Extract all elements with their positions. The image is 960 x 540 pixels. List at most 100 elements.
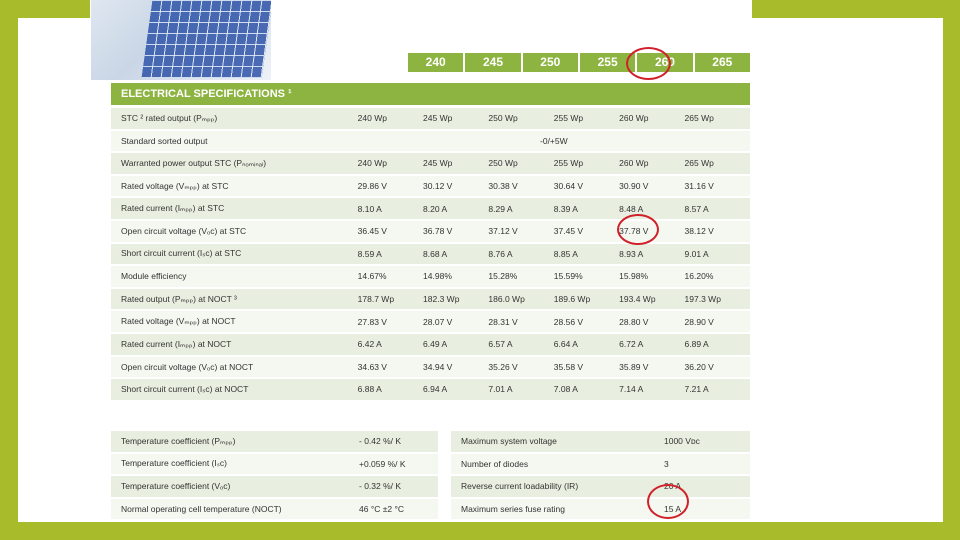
table-row: Rated voltage (Vₘₚₚ) at NOCT 27.83 V 28.…	[111, 311, 750, 332]
row-label: Rated current (Iₘₚₚ) at NOCT	[111, 333, 358, 355]
cell-value: 250 Wp	[488, 108, 554, 129]
cell-value: 37.12 V	[488, 220, 554, 242]
row-label: Number of diodes	[451, 453, 664, 474]
cell-value: 8.76 A	[488, 243, 554, 265]
row-label: Reverse current loadability (IR)	[451, 476, 664, 497]
cell-value: 6.64 A	[553, 333, 620, 355]
table-row: Normal operating cell temperature (NOCT)…	[111, 498, 438, 519]
cell-value: 6.42 A	[357, 333, 424, 355]
row-label: Open circuit voltage (Vₒc) at NOCT	[111, 356, 358, 378]
cell-value: 3	[664, 453, 750, 474]
temperature-table: Temperature coefficient (Pₘₚₚ) - 0.42 %/…	[111, 429, 438, 521]
cell-value: 6.89 A	[684, 333, 750, 355]
model-column-header: 250	[522, 53, 578, 72]
cell-value: 8.29 A	[488, 198, 554, 219]
cell-value: 182.3 Wp	[423, 288, 489, 310]
cell-value: 35.58 V	[553, 356, 620, 378]
row-label: Rated output (Pₘₚₚ) at NOCT ³	[111, 288, 358, 310]
cell-value: 8.20 A	[423, 198, 489, 219]
cell-value: 30.64 V	[553, 175, 620, 197]
table-row: Standard sorted output -0/+5W	[111, 130, 750, 152]
cell-value: 38.12 V	[684, 220, 750, 242]
table-row: Temperature coefficient (Pₘₚₚ) - 0.42 %/…	[111, 431, 438, 452]
cell-value: 8.93 A	[619, 243, 685, 265]
cell-value: 36.20 V	[684, 356, 750, 378]
cell-value: - 0.32 %/ K	[359, 476, 438, 497]
model-column-header: 245	[465, 53, 521, 72]
cell-value: 8.85 A	[553, 243, 620, 265]
cell-value: 255 Wp	[553, 153, 620, 174]
row-label: Warranted power output STC (Pₙₒₘᵢₙₐₗ)	[111, 153, 358, 174]
table-row: Number of diodes 3	[451, 453, 750, 474]
cell-value: 30.38 V	[488, 175, 554, 197]
section-title: ELECTRICAL SPECIFICATIONS ¹	[111, 83, 750, 105]
highlight-circle-fuse-rating	[647, 484, 689, 519]
electrical-spec-table: STC ² rated output (Pₘₚₚ) 240 Wp 245 Wp …	[111, 106, 750, 402]
cell-value: 265 Wp	[684, 153, 750, 174]
cell-value: 8.39 A	[553, 198, 620, 219]
table-row: Rated voltage (Vₘₚₚ) at STC 29.86 V 30.1…	[111, 175, 750, 197]
cell-value: 7.01 A	[488, 379, 554, 400]
cell-value: 30.12 V	[423, 175, 489, 197]
cell-value: 15.28%	[488, 266, 554, 287]
table-row: Short circuit current (Iₛc) at NOCT 6.88…	[111, 379, 750, 400]
table-row: Maximum system voltage 1000 Vᴅc	[451, 431, 750, 452]
cell-value: 28.80 V	[619, 311, 685, 332]
cell-value: 6.57 A	[488, 333, 554, 355]
cell-value: 186.0 Wp	[488, 288, 554, 310]
cell-value: 178.7 Wp	[357, 288, 424, 310]
merged-value: -0/+5W	[357, 130, 750, 152]
cell-value: 15.59%	[553, 266, 620, 287]
row-label: Rated current (Iₘₚₚ) at STC	[111, 198, 358, 219]
table-row: Short circuit current (Iₛc) at STC 8.59 …	[111, 243, 750, 265]
row-label: Rated voltage (Vₘₚₚ) at NOCT	[111, 311, 358, 332]
table-row: Temperature coefficient (Vₒc) - 0.32 %/ …	[111, 476, 438, 497]
cell-value: 15.98%	[619, 266, 685, 287]
cell-value: 8.59 A	[357, 243, 424, 265]
table-row: Rated output (Pₘₚₚ) at NOCT ³ 178.7 Wp 1…	[111, 288, 750, 310]
cell-value: 7.21 A	[684, 379, 750, 400]
cell-value: 28.07 V	[423, 311, 489, 332]
table-row: Reverse current loadability (IR) 20 A	[451, 476, 750, 497]
solar-panel-image	[91, 0, 271, 80]
row-label: Maximum system voltage	[451, 431, 664, 452]
cell-value: 46 °C ±2 °C	[359, 498, 438, 519]
table-row: STC ² rated output (Pₘₚₚ) 240 Wp 245 Wp …	[111, 108, 750, 129]
cell-value: 245 Wp	[423, 108, 489, 129]
cell-value: 28.90 V	[684, 311, 750, 332]
cell-value: 7.14 A	[619, 379, 685, 400]
row-label: Temperature coefficient (Pₘₚₚ)	[111, 431, 359, 452]
row-label: Short circuit current (Iₛc) at NOCT	[111, 379, 358, 400]
cell-value: 27.83 V	[357, 311, 424, 332]
cell-value: 6.94 A	[423, 379, 489, 400]
row-label: Rated voltage (Vₘₚₚ) at STC	[111, 175, 358, 197]
highlight-circle-voc-260	[617, 214, 659, 245]
cell-value: 193.4 Wp	[619, 288, 685, 310]
cell-value: 36.78 V	[423, 220, 489, 242]
table-row: Open circuit voltage (Vₒc) at NOCT 34.63…	[111, 356, 750, 378]
cell-value: 16.20%	[684, 266, 750, 287]
cell-value: 29.86 V	[357, 175, 424, 197]
language-label: EN	[734, 54, 751, 68]
cell-value: 6.88 A	[357, 379, 424, 400]
cell-value: 31.16 V	[684, 175, 750, 197]
cell-value: 245 Wp	[423, 153, 489, 174]
table-row: Temperature coefficient (Iₛc) +0.059 %/ …	[111, 453, 438, 474]
table-row: Rated current (Iₘₚₚ) at NOCT 6.42 A 6.49…	[111, 333, 750, 355]
model-column-header: 240	[408, 53, 464, 72]
cell-value: 240 Wp	[357, 153, 424, 174]
cell-value: 7.08 A	[553, 379, 620, 400]
model-header-row: 240 245 250 255 260 265	[408, 53, 750, 72]
cell-value: 250 Wp	[488, 153, 554, 174]
row-label: Short circuit current (Iₛc) at STC	[111, 243, 358, 265]
cell-value: 260 Wp	[619, 153, 685, 174]
table-row: Rated current (Iₘₚₚ) at STC 8.10 A 8.20 …	[111, 198, 750, 219]
cell-value: 30.90 V	[619, 175, 685, 197]
cell-value: 255 Wp	[553, 108, 620, 129]
row-label: Temperature coefficient (Iₛc)	[111, 453, 359, 474]
row-label: Normal operating cell temperature (NOCT)	[111, 498, 359, 519]
table-row: Module efficiency 14.67% 14.98% 15.28% 1…	[111, 266, 750, 287]
cell-value: 34.63 V	[357, 356, 424, 378]
highlight-circle-260-header	[626, 47, 671, 80]
cell-value: 8.68 A	[423, 243, 489, 265]
